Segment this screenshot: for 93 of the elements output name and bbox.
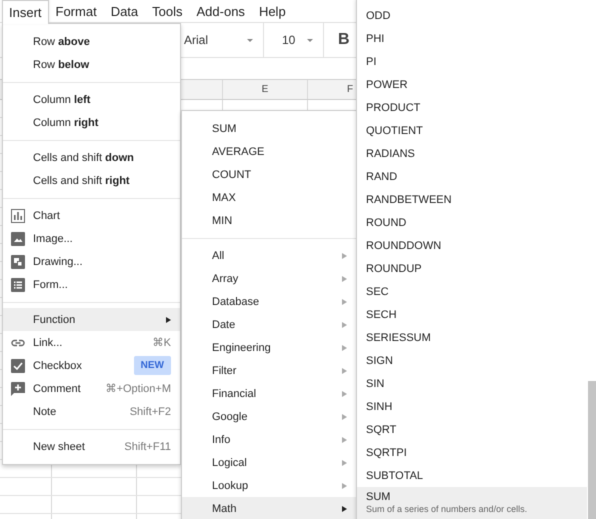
submenu-arrow-icon — [342, 436, 347, 442]
submenu-arrow-icon — [342, 298, 347, 304]
font-dropdown[interactable]: Arial — [184, 23, 264, 57]
formula-menu-item[interactable]: SIGN — [357, 349, 587, 372]
menu-item[interactable]: Date — [182, 313, 356, 336]
menu-bar-item[interactable]: Format — [48, 0, 104, 22]
menu-item[interactable]: Note Shift+F2 — [3, 400, 180, 423]
formula-menu-item[interactable]: SUM — [182, 117, 356, 140]
formula-menu-item[interactable]: RAND — [357, 165, 587, 188]
formula-menu-item[interactable]: ROUND — [357, 211, 587, 234]
menu-item[interactable]: Form... — [3, 273, 180, 296]
formula-menu-item[interactable]: SECH — [357, 303, 587, 326]
menu-bar-item[interactable]: Add-ons — [190, 0, 252, 22]
formula-menu-item[interactable]: SIN — [357, 372, 587, 395]
shapes-icon — [11, 254, 25, 268]
formula-menu-item[interactable]: PI — [357, 50, 587, 73]
submenu-arrow-icon — [342, 482, 347, 488]
submenu-arrow-icon — [342, 390, 347, 396]
menu-item[interactable]: Row above — [3, 30, 180, 53]
formula-menu-item[interactable]: PRODUCT — [357, 96, 587, 119]
formula-menu-item[interactable]: ODD — [357, 4, 587, 27]
menu-bar-item[interactable]: Data — [104, 0, 146, 22]
menu-item[interactable]: Engineering — [182, 336, 356, 359]
formula-menu-item[interactable]: MIN — [182, 209, 356, 232]
menu-item[interactable]: Math — [182, 497, 356, 519]
menu-item[interactable]: Array — [182, 267, 356, 290]
caret-icon — [247, 38, 253, 42]
submenu-arrow-icon — [342, 252, 347, 258]
menu-item[interactable]: Info — [182, 428, 356, 451]
keyboard-shortcut: Shift+F11 — [124, 440, 171, 452]
menu-item[interactable]: Chart — [3, 204, 180, 227]
keyboard-shortcut: Shift+F2 — [130, 406, 171, 418]
checkbox-icon — [11, 358, 25, 372]
menu-item[interactable]: Drawing... — [3, 250, 180, 273]
menu-item[interactable]: Column left — [3, 88, 180, 111]
menu-item[interactable]: New sheet Shift+F11 — [3, 435, 180, 458]
formula-menu-item[interactable]: SQRT — [357, 418, 587, 441]
submenu-arrow-icon — [342, 322, 347, 328]
menu-item[interactable]: Cells and shift down — [3, 146, 180, 169]
submenu-arrow-icon — [342, 344, 347, 350]
menu-item[interactable]: Logical — [182, 451, 356, 474]
bar-chart-icon — [11, 208, 25, 222]
menu-item[interactable]: Column right — [3, 111, 180, 134]
image-icon — [11, 232, 25, 246]
menu-item[interactable]: Link... ⌘K — [3, 331, 180, 354]
menu-item[interactable]: Checkbox NEW — [3, 354, 180, 377]
list-icon — [11, 278, 25, 292]
formula-menu-item[interactable]: QUOTIENT — [357, 119, 587, 142]
menu-item[interactable]: Filter — [182, 359, 356, 382]
formula-menu-item[interactable]: ROUNDDOWN — [357, 234, 587, 257]
font-size-dropdown[interactable]: 10 — [264, 23, 324, 57]
menu-item[interactable]: Image... — [3, 227, 180, 250]
formula-menu-item[interactable]: ROUNDUP — [357, 257, 587, 280]
menu-item[interactable]: All — [182, 244, 356, 267]
submenu-arrow-icon — [342, 276, 347, 282]
formula-menu-item[interactable]: SERIESSUM — [357, 326, 587, 349]
menu-item[interactable]: Row below — [3, 53, 180, 76]
keyboard-shortcut: ⌘+Option+M — [106, 382, 171, 395]
formula-menu-item[interactable]: SEC — [357, 280, 587, 303]
formula-menu-item[interactable]: POWER — [357, 73, 587, 96]
new-badge: NEW — [134, 356, 171, 375]
formula-menu-item[interactable]: AVERAGE — [182, 140, 356, 163]
menu-item[interactable]: Google — [182, 405, 356, 428]
menu-item[interactable]: Financial — [182, 382, 356, 405]
submenu-arrow-icon — [342, 368, 347, 374]
caret-icon — [307, 38, 313, 42]
column-header: F — [346, 84, 354, 95]
menu-bar-item[interactable]: Insert — [2, 0, 49, 24]
menu-item[interactable]: Comment ⌘+Option+M — [3, 377, 180, 400]
submenu-arrow-icon — [342, 460, 347, 466]
column-header: E — [262, 84, 268, 95]
menu-item[interactable]: Cells and shift right — [3, 169, 180, 192]
submenu-arrow-icon — [342, 506, 347, 512]
scrollbar[interactable] — [588, 381, 596, 519]
formula-menu-item[interactable]: SINH — [357, 395, 587, 418]
formula-menu-item[interactable]: COUNT — [182, 163, 356, 186]
submenu-arrow-icon — [342, 414, 347, 420]
menu-bar-item[interactable]: Tools — [145, 0, 190, 22]
menu-item[interactable]: Lookup — [182, 474, 356, 497]
formula-menu-item[interactable]: PHI — [357, 27, 587, 50]
formula-menu-item[interactable]: SUM Sum of a series of numbers and/or cells. — [357, 487, 587, 519]
function-description: Sum of a series of numbers and/or cells. — [366, 503, 528, 515]
keyboard-shortcut: ⌘K — [152, 336, 171, 349]
menu-bar-item[interactable]: Help — [252, 0, 293, 22]
bold-button[interactable]: B — [332, 31, 356, 49]
formula-menu-item[interactable]: RADIANS — [357, 142, 587, 165]
menu-item[interactable]: Database — [182, 290, 356, 313]
formula-menu-item[interactable]: SUBTOTAL — [357, 464, 587, 487]
formula-menu-item[interactable]: MAX — [182, 186, 356, 209]
formula-menu-item[interactable]: RANDBETWEEN — [357, 188, 587, 211]
menu-item[interactable]: Function — [3, 308, 180, 331]
formula-menu-item[interactable]: SQRTPI — [357, 441, 587, 464]
comment-icon — [11, 382, 25, 396]
